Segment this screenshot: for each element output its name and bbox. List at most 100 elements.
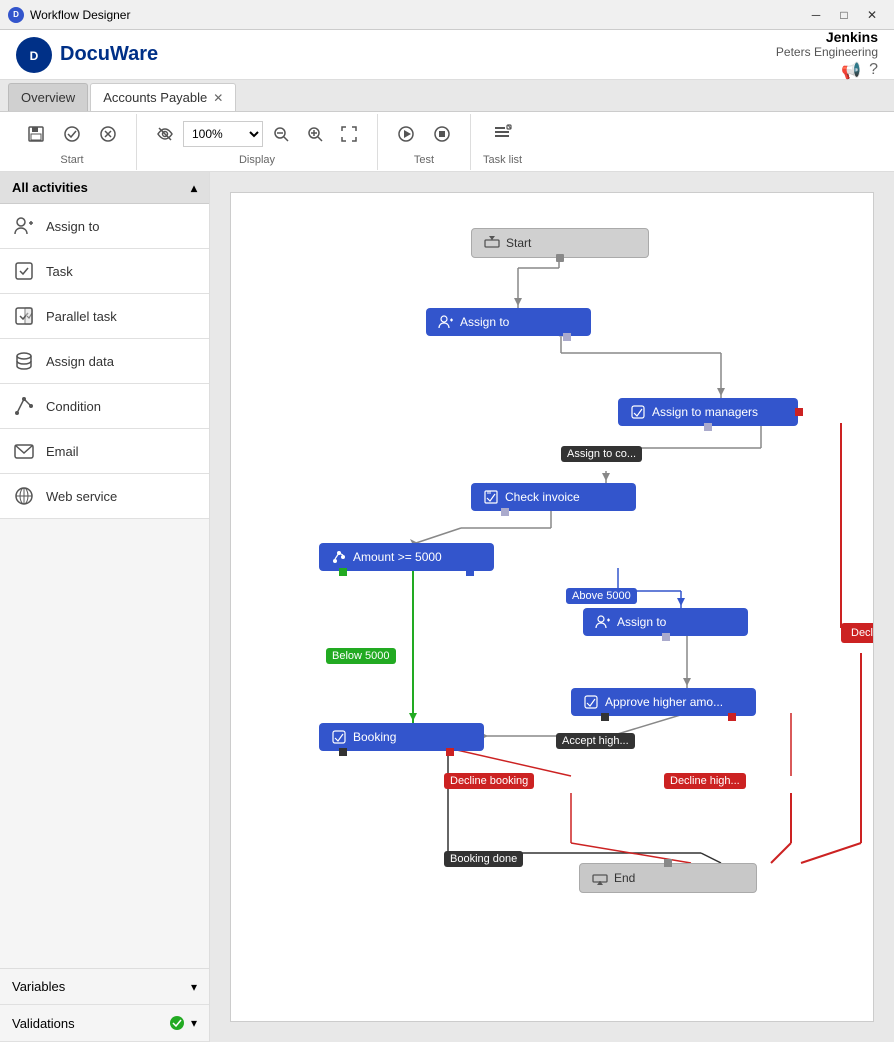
canvas[interactable]: Start Assign to Assi bbox=[210, 172, 894, 1042]
app-title: Workflow Designer bbox=[30, 8, 130, 22]
toolbar-start-buttons bbox=[20, 118, 124, 150]
node-assign-to-managers[interactable]: Assign to managers bbox=[618, 398, 798, 426]
node-assign-to-1-label: Assign to bbox=[460, 315, 509, 329]
label-below-5000: Below 5000 bbox=[326, 648, 396, 664]
node-booking-label: Booking bbox=[353, 730, 396, 744]
sidebar-footer: Variables Validations bbox=[0, 968, 209, 1042]
booking-icon bbox=[331, 729, 347, 745]
node-assign-managers-label: Assign to managers bbox=[652, 405, 758, 419]
stop-button[interactable] bbox=[426, 118, 458, 150]
header-icons: 📢 ? bbox=[776, 61, 878, 81]
variables-label: Variables bbox=[12, 979, 65, 994]
label-above-5000: Above 5000 bbox=[566, 588, 637, 604]
zoom-in-button[interactable] bbox=[299, 118, 331, 150]
sidebar-header-label: All activities bbox=[12, 180, 88, 195]
validations-chevron-icon bbox=[191, 1016, 197, 1030]
tasklist-button[interactable] bbox=[487, 118, 519, 150]
sidebar-footer-validations[interactable]: Validations bbox=[0, 1005, 209, 1042]
approve-port-bottom-right bbox=[728, 713, 736, 721]
approve-port-bottom-left bbox=[601, 713, 609, 721]
user-org: Peters Engineering bbox=[776, 45, 878, 59]
announcement-icon[interactable]: 📢 bbox=[841, 61, 861, 81]
toolbar-group-test: Test bbox=[378, 114, 471, 170]
node-amount-condition[interactable]: Amount >= 5000 bbox=[319, 543, 494, 571]
node-check-invoice[interactable]: Check invoice bbox=[471, 483, 636, 511]
play-button[interactable] bbox=[390, 118, 422, 150]
assign-data-icon bbox=[12, 349, 36, 373]
parallel-task-icon bbox=[12, 304, 36, 328]
node-assign-to-2[interactable]: Assign to bbox=[583, 608, 748, 636]
sidebar-item-condition[interactable]: Condition bbox=[0, 384, 209, 429]
sidebar-item-parallel-task[interactable]: Parallel task bbox=[0, 294, 209, 339]
tab-accounts-payable-label: Accounts Payable bbox=[103, 90, 207, 105]
toolbar-group-start: Start bbox=[8, 114, 137, 170]
node-amount-condition-label: Amount >= 5000 bbox=[353, 550, 442, 564]
check-invoice-port bbox=[501, 508, 509, 516]
sidebar-item-assign-data[interactable]: Assign data bbox=[0, 339, 209, 384]
email-icon bbox=[12, 439, 36, 463]
managers-port-right bbox=[795, 408, 803, 416]
approve-button[interactable] bbox=[56, 118, 88, 150]
assign-to-1-icon bbox=[438, 314, 454, 330]
validations-label: Validations bbox=[12, 1016, 75, 1031]
sidebar-footer-variables[interactable]: Variables bbox=[0, 969, 209, 1005]
tab-close-icon[interactable]: ✕ bbox=[213, 91, 223, 105]
sidebar-header: All activities bbox=[0, 172, 209, 204]
toolbar-group-tasklist: Task list bbox=[471, 114, 534, 170]
fit-button[interactable] bbox=[333, 118, 365, 150]
cancel-button[interactable] bbox=[92, 118, 124, 150]
save-button[interactable] bbox=[20, 118, 52, 150]
condition-node-icon bbox=[331, 549, 347, 565]
node-start[interactable]: Start bbox=[471, 228, 649, 258]
sidebar-item-web-service[interactable]: Web service bbox=[0, 474, 209, 519]
sidebar-items: Assign to Task bbox=[0, 204, 209, 968]
node-approve-higher[interactable]: Approve higher amo... bbox=[571, 688, 756, 716]
logo-text: DocuWare bbox=[60, 43, 158, 66]
sidebar-collapse-icon[interactable] bbox=[191, 181, 197, 195]
tab-overview-label: Overview bbox=[21, 90, 75, 105]
toolbar: Start 100% 75% 50% 125% 150% bbox=[0, 112, 894, 172]
toolbar-tasklist-label: Task list bbox=[483, 154, 522, 166]
help-icon[interactable]: ? bbox=[869, 61, 878, 81]
close-button[interactable]: ✕ bbox=[858, 4, 886, 26]
label-accept-high: Accept high... bbox=[556, 733, 635, 749]
node-check-invoice-label: Check invoice bbox=[505, 490, 580, 504]
minimize-button[interactable]: ─ bbox=[802, 4, 830, 26]
node-end[interactable]: End bbox=[579, 863, 757, 893]
tabs-bar: Overview Accounts Payable ✕ bbox=[0, 80, 894, 112]
sidebar-item-parallel-task-label: Parallel task bbox=[46, 309, 117, 324]
title-bar-controls: ─ □ ✕ bbox=[802, 4, 886, 26]
sidebar-item-email[interactable]: Email bbox=[0, 429, 209, 474]
validations-check-icon bbox=[169, 1015, 185, 1031]
label-decline-high: Decline high... bbox=[664, 773, 746, 789]
end-icon bbox=[592, 870, 608, 886]
condition-port-bottom bbox=[339, 568, 347, 576]
toolbar-display-buttons: 100% 75% 50% 125% 150% bbox=[149, 118, 365, 150]
assign-managers-icon bbox=[630, 404, 646, 420]
sidebar-item-assign-data-label: Assign data bbox=[46, 354, 114, 369]
tab-overview[interactable]: Overview bbox=[8, 83, 88, 111]
maximize-button[interactable]: □ bbox=[830, 4, 858, 26]
zoom-select[interactable]: 100% 75% 50% 125% 150% bbox=[183, 121, 263, 147]
node-assign-to-2-label: Assign to bbox=[617, 615, 666, 629]
node-booking[interactable]: Booking bbox=[319, 723, 484, 751]
validations-left: Validations bbox=[12, 1016, 75, 1031]
sidebar-item-task[interactable]: Task bbox=[0, 249, 209, 294]
condition-port-right bbox=[466, 568, 474, 576]
start-icon bbox=[484, 235, 500, 251]
label-assign-to-co: Assign to co... bbox=[561, 446, 642, 462]
toolbar-test-buttons bbox=[390, 118, 458, 150]
main-content: All activities Assign to bbox=[0, 172, 894, 1042]
assign-to-2-port bbox=[662, 633, 670, 641]
sidebar-item-assign-to-label: Assign to bbox=[46, 219, 99, 234]
node-assign-to-1[interactable]: Assign to bbox=[426, 308, 591, 336]
tab-accounts-payable[interactable]: Accounts Payable ✕ bbox=[90, 83, 236, 111]
sidebar-item-assign-to[interactable]: Assign to bbox=[0, 204, 209, 249]
label-booking-done: Booking done bbox=[444, 851, 523, 867]
view-button[interactable] bbox=[149, 118, 181, 150]
logo: D DocuWare bbox=[16, 37, 158, 73]
canvas-inner[interactable]: Start Assign to Assi bbox=[230, 192, 874, 1022]
variables-left: Variables bbox=[12, 979, 65, 994]
check-invoice-icon bbox=[483, 489, 499, 505]
zoom-out-button[interactable] bbox=[265, 118, 297, 150]
